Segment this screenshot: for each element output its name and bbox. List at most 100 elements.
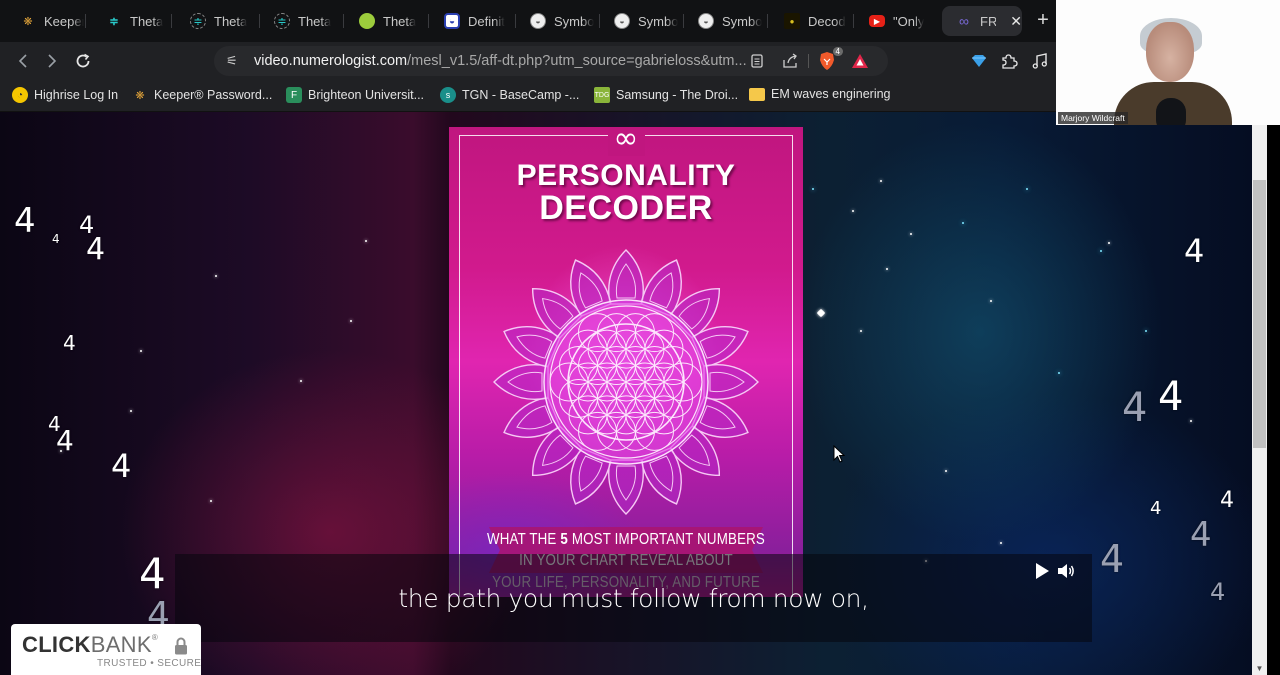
reader-mode-icon [751, 54, 763, 68]
tab-separator [85, 14, 86, 28]
bookmark-brighteon[interactable]: F Brighteon Universit... [286, 87, 424, 103]
bookmark-label: Highrise Log In [34, 88, 119, 102]
webcam-overlay [1056, 0, 1280, 125]
star [1000, 542, 1002, 544]
floating-number-four: 4 [52, 232, 60, 246]
tab-label: Decod [808, 13, 846, 29]
clickbank-trust-badge[interactable]: CLICKBANK® TRUSTED • SECURE [11, 624, 201, 675]
star [860, 330, 862, 332]
forward-button[interactable] [41, 50, 63, 72]
extensions-button[interactable] [999, 51, 1019, 71]
presenter-face [1146, 22, 1194, 82]
tab-separator [767, 14, 768, 28]
volume-icon[interactable] [1057, 562, 1077, 580]
back-button[interactable] [12, 50, 34, 72]
bookmark-folder-em-waves[interactable]: EM waves enginering [749, 87, 891, 101]
tab-separator [171, 14, 172, 28]
url-path: /mesl_v1.5/aff-dt.php?utm_source=gabriel… [407, 53, 747, 69]
puzzle-piece-icon [1002, 54, 1018, 69]
tab-label: Keeper [44, 13, 84, 29]
star [130, 410, 132, 412]
floating-number-four: 4 [1210, 578, 1226, 606]
youtube-icon: ▶ [869, 15, 885, 27]
video-player[interactable]: 444444444444444444 ∞ PERSONALITY DECODER… [0, 112, 1252, 675]
tab-symbol-2[interactable]: ◒ Symbo [600, 6, 684, 36]
star [210, 500, 212, 502]
star [1145, 330, 1147, 332]
mouse-cursor-icon [833, 445, 845, 463]
tab-separator [343, 14, 344, 28]
tab-symbol-1[interactable]: ◒ Symbo [516, 6, 600, 36]
brave-rewards-button[interactable] [850, 51, 870, 71]
browser-toolbar: ⚟ video.numerologist.com/mesl_v1.5/aff-d… [0, 42, 1056, 80]
tab-keeper[interactable]: ❋ Keeper [6, 6, 86, 36]
floating-number-four: 4 [1100, 537, 1125, 581]
tdg-icon: TDG [594, 87, 610, 103]
star [945, 470, 947, 472]
tab-theta-1[interactable]: ≑ Theta [92, 6, 172, 36]
sharepoint-icon: s [440, 87, 456, 103]
floating-number-four: 4 [86, 232, 106, 267]
tab-definition[interactable]: ◒ Definit [430, 6, 516, 36]
tab-theta-3[interactable]: ≑ Theta [260, 6, 344, 36]
star [886, 268, 888, 270]
tab-separator [853, 14, 854, 28]
book-title-line2: DECODER [539, 189, 713, 227]
folder-icon [749, 87, 765, 101]
bookmark-label: Brighteon Universit... [308, 88, 425, 102]
star [1190, 420, 1192, 422]
floating-number-four: 4 [1184, 232, 1205, 270]
bookmark-label: EM waves enginering [771, 87, 891, 101]
star [1100, 250, 1102, 252]
caption-bar: the path you must follow from now on, [175, 554, 1092, 642]
page-scrollbar[interactable]: ▼ [1252, 125, 1267, 675]
keeper-icon: ❋ [135, 89, 145, 102]
bookmark-label: TGN - BaseCamp -... [462, 88, 580, 102]
new-tab-button[interactable]: + [1033, 9, 1053, 32]
tab-label: Symbo [638, 13, 678, 29]
reader-mode-button[interactable] [747, 51, 767, 71]
floating-number-four: 4 [1158, 374, 1184, 420]
tab-decoder[interactable]: ● Decod [770, 6, 854, 36]
clickbank-logo: CLICKBANK® [22, 632, 159, 657]
tab-label: Symbo [554, 13, 594, 29]
bookmark-highrise[interactable]: ◔ Highrise Log In [12, 87, 118, 103]
screen-edge [1267, 125, 1280, 675]
microphone-icon [1156, 98, 1186, 125]
bookmark-keeper[interactable]: ❋ Keeper® Password... [132, 87, 272, 103]
tab-label: Theta [298, 13, 332, 29]
extension-gem-button[interactable] [969, 51, 989, 71]
floating-number-four: 4 [111, 447, 132, 485]
site-settings-icon[interactable]: ⚟ [226, 53, 242, 69]
tab-symbol-3[interactable]: ◒ Symbo [684, 6, 768, 36]
tab-label: "Only [893, 13, 925, 29]
close-tab-button[interactable]: ✕ [1010, 13, 1022, 30]
floating-number-four: 4 [1220, 488, 1234, 513]
tab-label: FR [980, 13, 997, 29]
bookmark-tgn[interactable]: s TGN - BaseCamp -... [440, 87, 579, 103]
share-button[interactable] [780, 51, 800, 71]
scrollbar-thumb[interactable] [1253, 180, 1266, 448]
padlock-icon [175, 637, 187, 655]
star [812, 188, 814, 190]
tab-theta-2[interactable]: ≑ Theta [176, 6, 260, 36]
bookmarks-bar: ◔ Highrise Log In ❋ Keeper® Password... … [0, 80, 1056, 112]
media-controls-button[interactable] [1030, 51, 1050, 71]
bookmark-samsung[interactable]: TDG Samsung - The Droi... [594, 87, 738, 103]
floating-number-four: 4 [56, 424, 74, 457]
tab-youtube[interactable]: ▶ "Only [855, 6, 939, 36]
play-icon[interactable] [1033, 562, 1051, 580]
brave-shields-button[interactable]: 4 [817, 47, 843, 71]
keeper-icon: ❋ [23, 15, 33, 28]
browser-window: ❋ Keeper ≑ Theta ≑ Theta ≑ Theta Theta ◒… [0, 0, 1056, 112]
floating-number-four: 4 [1150, 498, 1162, 519]
symbol-globe-icon: ◒ [614, 13, 630, 29]
scroll-down-arrow-icon[interactable]: ▼ [1252, 664, 1267, 673]
theta-icon: ≑ [109, 15, 119, 28]
chevron-right-icon [48, 54, 57, 68]
tab-active[interactable]: ∞ FR ✕ [942, 6, 1022, 36]
floating-number-four: 4 [14, 201, 36, 241]
tab-theta-4[interactable]: Theta [345, 6, 429, 36]
reload-button[interactable] [72, 50, 94, 72]
flower-of-life-mandala-icon [493, 249, 759, 515]
